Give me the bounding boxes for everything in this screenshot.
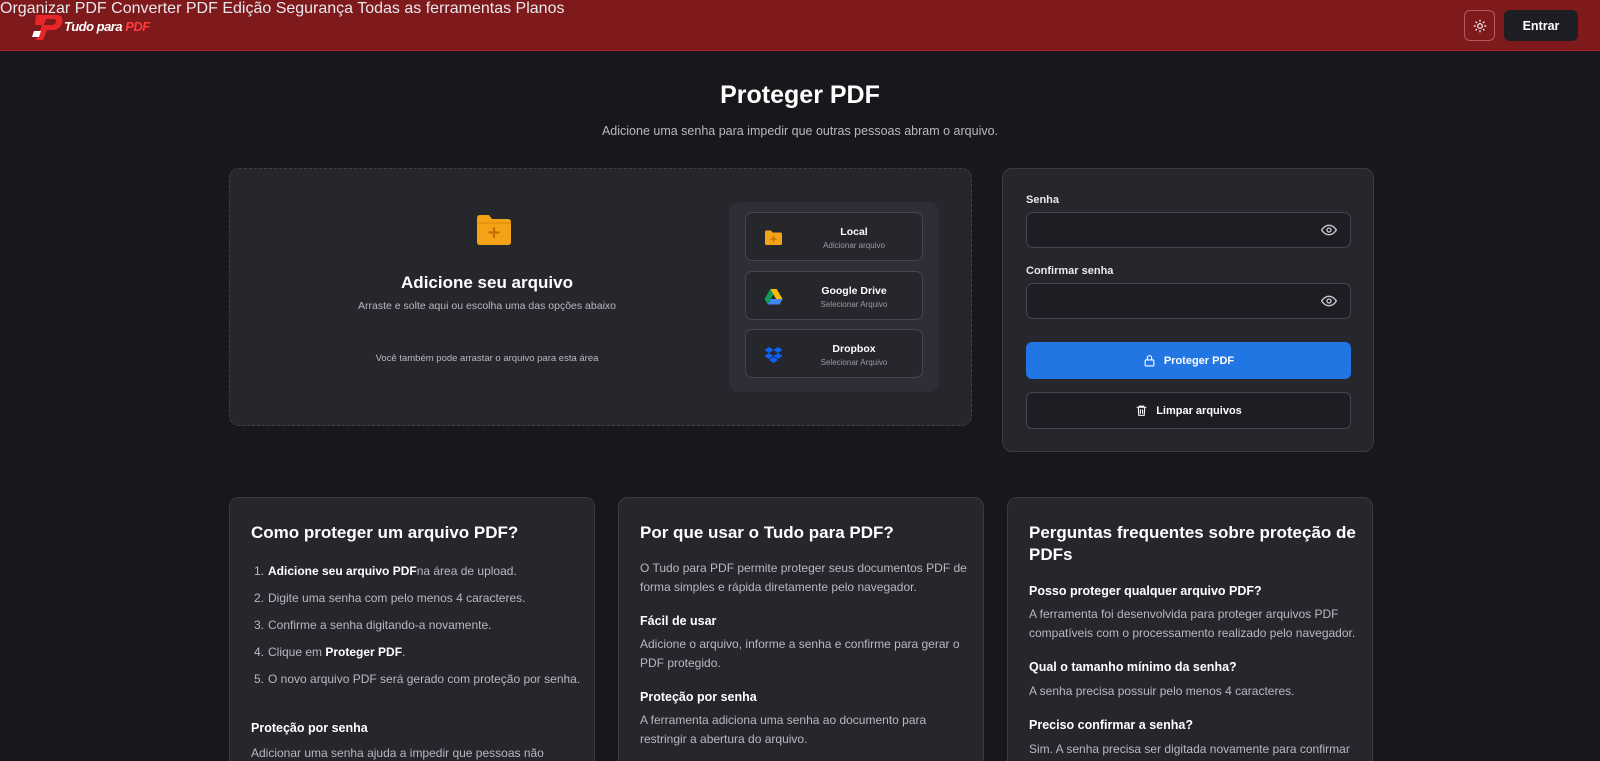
why-intro: O Tudo para PDF permite proteger seus do… — [640, 561, 967, 594]
logo-text-accent: PDF — [125, 18, 150, 34]
how-to-step: 3. Confirme a senha digitando-a novamente… — [251, 616, 581, 635]
lock-icon — [1144, 355, 1155, 367]
source-google-drive-name: Google Drive — [821, 285, 887, 297]
protect-pdf-label: Proteger PDF — [1163, 354, 1235, 367]
source-google-drive-desc: Selecionar Arquivo — [820, 300, 888, 309]
why-section-text: Adicione o arquivo, informe a senha e co… — [640, 637, 960, 670]
main-nav: Organizar PDF Converter PDF Edição Segur… — [0, 0, 1600, 18]
step-bold: Proteger PDF — [325, 645, 403, 659]
how-to-step: 5. O novo arquivo PDF será gerado com pro… — [251, 670, 581, 689]
folder-add-icon — [477, 215, 511, 245]
source-local-name: Local — [840, 226, 868, 238]
clear-files-label: Limpar arquivos — [1156, 404, 1242, 417]
step-number: 3. — [254, 618, 265, 632]
upload-title: Adicione seu arquivo — [401, 273, 573, 292]
google-drive-icon — [764, 289, 783, 305]
upload-dropzone[interactable]: Adicione seu arquivo Arraste e solte aqu… — [229, 168, 972, 426]
step-number: 1. — [254, 564, 265, 578]
theme-toggle-button[interactable] — [1464, 10, 1495, 41]
site-logo[interactable]: Tudo para PDF — [32, 9, 150, 43]
how-to-card: Como proteger um arquivo PDF? 1. Adicione… — [229, 497, 595, 761]
why-title: Por que usar o Tudo para PDF? — [640, 523, 894, 542]
how-to-step: 4. Clique em Proteger PDF. — [251, 643, 581, 662]
page-subtitle: Adicione uma senha para impedir que outr… — [601, 124, 999, 138]
how-to-step: 2. Digite uma senha com pelo menos 4 cara… — [251, 589, 581, 608]
top-navbar: Tudo para PDF Organizar PDF Converter PD… — [0, 0, 1600, 51]
why-card: Por que usar o Tudo para PDF? O Tudo par… — [618, 497, 984, 761]
upload-subtitle: Arraste e solte aqui ou escolha uma das … — [358, 300, 616, 312]
how-to-subtext: Adicionar uma senha ajuda a impedir que … — [251, 746, 544, 760]
confirm-password-input[interactable] — [1026, 283, 1351, 319]
faq-question[interactable]: Qual o tamanho mínimo da senha? — [1029, 660, 1359, 674]
source-local-button[interactable]: Local Adicionar arquivo — [745, 212, 923, 261]
how-to-step: 1. Adicione seu arquivo PDFna área de upl… — [251, 562, 581, 581]
upload-source-list: Local Adicionar arquivo Google Drive Sel… — [729, 202, 939, 392]
why-section-title: Fácil de usar — [640, 614, 717, 628]
upload-hint: Você também pode arrastar o arquivo para… — [375, 353, 599, 364]
faq-answer: A ferramenta foi desenvolvida para prote… — [1029, 607, 1356, 640]
step-text: Confirme a senha digitando-a novamente. — [268, 618, 492, 632]
why-section-text: A ferramenta adiciona uma senha ao docum… — [640, 713, 927, 746]
faq-answer: A senha precisa possuir pelo menos 4 car… — [1029, 684, 1295, 698]
protect-pdf-button[interactable]: Proteger PDF — [1026, 342, 1351, 379]
nav-planos[interactable]: Planos — [516, 0, 565, 17]
faq-question[interactable]: Preciso confirmar a senha? — [1029, 718, 1359, 732]
why-section-title: Proteção por senha — [640, 690, 757, 704]
logo-text-main: Tudo para — [64, 18, 126, 34]
show-password-eye-icon[interactable] — [1321, 222, 1337, 238]
how-to-subtitle: Proteção por senha — [251, 721, 368, 735]
step-text-after: . — [402, 645, 406, 659]
nav-seguranca[interactable]: Segurança — [276, 0, 353, 17]
confirm-password-label: Confirmar senha — [1026, 265, 1114, 277]
dropbox-icon — [764, 347, 783, 363]
password-input[interactable] — [1026, 212, 1351, 248]
faq-answer: Sim. A senha precisa ser digitada novame… — [1029, 742, 1350, 756]
nav-todas-ferramentas[interactable]: Todas as ferramentas — [357, 0, 511, 17]
nav-edicao[interactable]: Edição — [222, 0, 271, 17]
logo-text: Tudo para PDF — [64, 19, 150, 34]
faq-question[interactable]: Posso proteger qualquer arquivo PDF? — [1029, 584, 1359, 598]
source-dropbox-button[interactable]: Dropbox Selecionar Arquivo — [745, 329, 923, 378]
step-text: Digite uma senha com pelo menos 4 caract… — [268, 591, 526, 605]
step-text: Clique em — [268, 645, 326, 659]
trash-icon — [1136, 405, 1147, 416]
logo-mark-icon — [32, 15, 63, 40]
source-dropbox-desc: Selecionar Arquivo — [820, 358, 888, 367]
step-number: 4. — [254, 645, 265, 659]
source-local-desc: Adicionar arquivo — [823, 241, 885, 250]
faq-title: Perguntas frequentes sobre proteção de P… — [1029, 523, 1356, 564]
step-text: na área de upload. — [416, 564, 517, 578]
password-label: Senha — [1026, 194, 1060, 206]
step-number: 5. — [254, 672, 265, 686]
faq-card: Perguntas frequentes sobre proteção de P… — [1007, 497, 1373, 761]
step-number: 2. — [254, 591, 265, 605]
login-button[interactable]: Entrar — [1504, 10, 1578, 41]
step-bold: Adicione seu arquivo PDF — [268, 564, 417, 578]
step-text: O novo arquivo PDF será gerado com prote… — [268, 672, 581, 686]
page-title: Proteger PDF — [720, 81, 880, 109]
password-panel: Senha Confirmar senha Proteger PDF Limpa… — [1002, 168, 1374, 452]
source-dropbox-name: Dropbox — [832, 343, 876, 355]
sun-icon — [1473, 19, 1486, 32]
clear-files-button[interactable]: Limpar arquivos — [1026, 392, 1351, 429]
folder-icon — [765, 230, 782, 245]
show-confirm-password-eye-icon[interactable] — [1321, 293, 1337, 309]
source-google-drive-button[interactable]: Google Drive Selecionar Arquivo — [745, 271, 923, 320]
how-to-title: Como proteger um arquivo PDF? — [251, 523, 519, 542]
